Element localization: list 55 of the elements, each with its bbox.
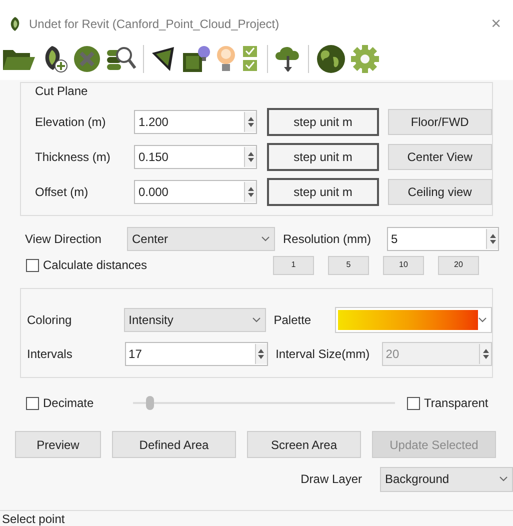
checkbox[interactable] bbox=[26, 396, 39, 410]
square-bulb-icon[interactable] bbox=[181, 44, 211, 74]
step-button[interactable]: step unit m bbox=[267, 142, 379, 170]
preset-button[interactable]: 20 bbox=[438, 256, 479, 274]
draw-layer-dropdown[interactable]: Background bbox=[380, 466, 513, 492]
coloring-dropdown[interactable]: Intensity bbox=[124, 308, 266, 332]
spin-buttons[interactable] bbox=[244, 146, 256, 166]
view-button[interactable]: Floor/FWD bbox=[388, 108, 492, 134]
light-bulb-icon[interactable] bbox=[214, 44, 238, 74]
palette-dropdown[interactable] bbox=[335, 307, 492, 333]
field-label: Palette bbox=[274, 312, 312, 329]
spin-buttons[interactable] bbox=[244, 112, 256, 132]
field-label: Coloring bbox=[27, 312, 73, 329]
action-button[interactable]: Preview bbox=[15, 431, 101, 458]
field-label: View Direction bbox=[25, 231, 102, 248]
view-direction-dropdown[interactable]: Center bbox=[127, 227, 275, 251]
spin-buttons[interactable] bbox=[486, 229, 498, 249]
number-field[interactable]: 1.200 bbox=[134, 110, 258, 134]
field-label: Interval Size(mm) bbox=[276, 346, 371, 363]
spin-buttons[interactable] bbox=[244, 182, 256, 202]
step-button[interactable]: step unit m bbox=[267, 108, 379, 136]
action-button[interactable]: Screen Area bbox=[247, 431, 361, 458]
close-button[interactable]: × bbox=[487, 11, 505, 37]
remove-icon[interactable] bbox=[72, 44, 102, 74]
number-field[interactable]: 17 bbox=[124, 342, 268, 366]
number-field[interactable]: 5 bbox=[387, 227, 499, 251]
field-label: Offset (m) bbox=[35, 184, 90, 200]
field-label: Draw Layer bbox=[300, 471, 362, 488]
step-button[interactable]: step unit m bbox=[267, 178, 379, 206]
field-label: Resolution (mm) bbox=[283, 231, 372, 248]
field-label: Elevation (m) bbox=[35, 114, 107, 130]
number-field[interactable]: 0.000 bbox=[134, 180, 258, 204]
view-button[interactable]: Ceiling view bbox=[388, 178, 492, 204]
checkbox[interactable] bbox=[26, 258, 39, 272]
field-label: Intervals bbox=[27, 346, 74, 363]
window-title: Undet for Revit (Canford_Point_Cloud_Project) bbox=[29, 16, 280, 33]
slider-thumb[interactable] bbox=[146, 396, 154, 410]
spin-buttons[interactable] bbox=[254, 344, 267, 364]
field-label: Thickness (m) bbox=[35, 148, 112, 166]
view-button[interactable]: Center View bbox=[388, 144, 492, 170]
decimate-slider[interactable] bbox=[133, 396, 395, 410]
checkbox[interactable] bbox=[407, 396, 420, 410]
group-title: Cut Plane bbox=[35, 83, 88, 100]
preset-button[interactable]: 1 bbox=[273, 256, 314, 274]
cloud-download-icon[interactable] bbox=[274, 44, 302, 74]
checkbox-label: Transparent bbox=[424, 395, 488, 412]
checkbox-label: Calculate distances bbox=[43, 257, 148, 274]
checkbox-label: Decimate bbox=[43, 395, 95, 412]
number-field[interactable]: 0.150 bbox=[134, 144, 258, 168]
globe-icon[interactable] bbox=[315, 43, 347, 75]
preset-button[interactable]: 10 bbox=[383, 256, 424, 274]
action-button[interactable]: Defined Area bbox=[112, 431, 236, 458]
status-text: Select point bbox=[2, 510, 65, 526]
preset-button[interactable]: 5 bbox=[328, 256, 369, 274]
app-logo-icon bbox=[8, 16, 22, 32]
